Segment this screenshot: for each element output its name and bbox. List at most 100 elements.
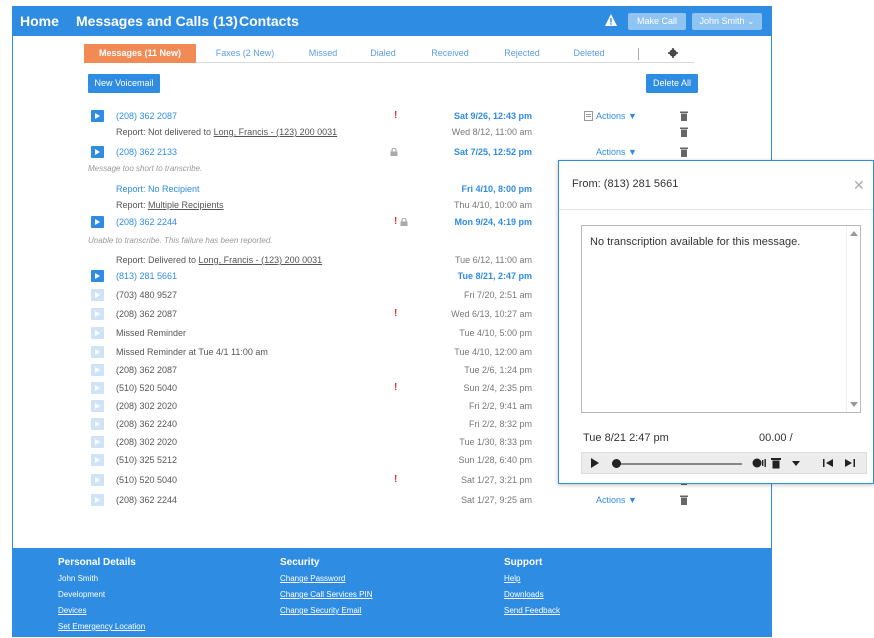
recipient-link[interactable]: Long, Francis - (123) 200 0031: [199, 255, 323, 265]
play-icon[interactable]: [590, 457, 600, 469]
warning-icon[interactable]: [604, 13, 618, 27]
sender-text: (208) 302 2020: [116, 401, 178, 411]
play-icon[interactable]: [91, 327, 104, 339]
tab-faxes[interactable]: Faxes (2 New): [206, 44, 284, 63]
play-icon[interactable]: [91, 289, 104, 301]
message-date: Sun 1/28, 6:40 pm: [458, 455, 532, 465]
sender-text: (703) 480 9527: [116, 290, 178, 300]
message-date: Tue 4/10, 12:00 am: [454, 347, 532, 357]
help-link[interactable]: Help: [504, 574, 560, 590]
play-icon[interactable]: [91, 364, 104, 376]
change-email-link[interactable]: Change Security Email: [280, 606, 372, 622]
sender-text: (510) 520 5040: [116, 475, 178, 485]
play-icon[interactable]: [91, 436, 104, 448]
play-icon[interactable]: [91, 146, 104, 158]
tab-received[interactable]: Received: [422, 44, 478, 63]
footer-devices-link[interactable]: Devices: [58, 606, 145, 622]
nav-messages[interactable]: Messages and Calls (13): [76, 6, 238, 36]
message-row[interactable]: (208) 362 2244 Sat 1/27, 9:25 am Actions ▼: [88, 492, 698, 508]
trash-icon[interactable]: [680, 495, 688, 505]
skip-back-icon[interactable]: [822, 457, 834, 469]
scroll-up-icon[interactable]: [850, 231, 858, 236]
actions-menu[interactable]: Actions ▼: [596, 492, 637, 508]
message-date: Fri 2/2, 8:32 pm: [468, 419, 532, 429]
trash-icon[interactable]: [680, 127, 688, 137]
transcript-box[interactable]: No transcription available for this mess…: [581, 225, 861, 413]
recipient-link[interactable]: Multiple Recipients: [148, 200, 224, 210]
recipient-link[interactable]: Long, Francis - (123) 200 0031: [214, 127, 338, 137]
play-icon[interactable]: [91, 110, 104, 122]
footer-emergency-link[interactable]: Set Emergency Location: [58, 622, 145, 638]
new-voicemail-button[interactable]: New Voicemail: [88, 74, 160, 93]
tab-deleted[interactable]: Deleted: [562, 44, 616, 63]
nav-contacts[interactable]: Contacts: [239, 6, 299, 36]
gear-icon[interactable]: [668, 48, 678, 58]
play-icon[interactable]: [91, 308, 104, 320]
trash-icon[interactable]: [680, 111, 688, 121]
change-password-link[interactable]: Change Password: [280, 574, 372, 590]
tab-dialed[interactable]: Dialed: [358, 44, 408, 63]
scrollbar[interactable]: [846, 226, 860, 412]
message-sender: (208) 362 2240: [116, 416, 177, 432]
play-icon[interactable]: [91, 400, 104, 412]
sender-text: (813) 281 5661: [116, 271, 178, 281]
change-pin-link[interactable]: Change Call Services PIN: [280, 590, 372, 606]
volume-icon[interactable]: [752, 457, 766, 469]
sender-text: (510) 325 5212: [116, 455, 178, 465]
send-feedback-link[interactable]: Send Feedback: [504, 606, 560, 622]
message-sender: (510) 325 5212: [116, 452, 177, 468]
delete-all-button[interactable]: Delete All: [646, 74, 698, 93]
play-icon[interactable]: [91, 494, 104, 506]
play-icon[interactable]: [91, 418, 104, 430]
message-date: Wed 8/12, 11:00 am: [451, 127, 532, 137]
tab-messages[interactable]: Messages (11 New): [84, 44, 196, 63]
message-sender[interactable]: (208) 362 2133: [116, 144, 177, 160]
make-call-button[interactable]: Make Call: [628, 13, 686, 30]
footer-heading: Support: [504, 557, 543, 568]
sender-text: (208) 362 2244: [116, 495, 178, 505]
message-sender: (510) 520 5040: [116, 380, 177, 396]
play-icon[interactable]: [91, 474, 104, 486]
nav-home[interactable]: Home: [20, 6, 59, 36]
message-row[interactable]: Report: Not delivered to Long, Francis -…: [88, 124, 698, 140]
message-sender: Missed Reminder at Tue 4/1 11:00 am: [116, 344, 268, 360]
sender-text: (208) 362 2087: [116, 309, 178, 319]
play-icon[interactable]: [91, 270, 104, 282]
sender-text: (208) 362 2087: [116, 111, 178, 121]
sender-text: Report:: [116, 200, 149, 210]
transcript-text: No transcription available for this mess…: [590, 236, 801, 248]
message-sender[interactable]: (813) 281 5661: [116, 268, 177, 284]
message-sender: Report: Delivered to Long, Francis - (12…: [116, 252, 322, 268]
tab-rejected[interactable]: Rejected: [494, 44, 550, 63]
message-sender[interactable]: (208) 362 2087: [116, 108, 177, 124]
message-date: Sat 1/27, 3:21 pm: [460, 475, 532, 485]
sender-text: (510) 520 5040: [116, 383, 178, 393]
message-sender: (208) 362 2244: [116, 492, 177, 508]
play-icon[interactable]: [91, 454, 104, 466]
actions-menu[interactable]: Actions ▼: [596, 108, 637, 124]
message-sender[interactable]: (208) 362 2244: [116, 214, 177, 230]
user-menu-button[interactable]: John Smith ⌄: [692, 13, 762, 30]
play-icon[interactable]: [91, 382, 104, 394]
close-icon[interactable]: ✕: [853, 177, 865, 194]
progress-knob[interactable]: [612, 459, 621, 468]
skip-forward-icon[interactable]: [844, 457, 856, 469]
play-icon[interactable]: [91, 346, 104, 358]
actions-menu[interactable]: Actions ▼: [596, 144, 637, 160]
message-sender[interactable]: Report: No Recipient: [116, 181, 200, 197]
progress-track[interactable]: [612, 463, 742, 465]
tab-missed[interactable]: Missed: [294, 44, 352, 63]
audio-player: [581, 452, 867, 474]
scroll-down-icon[interactable]: [850, 402, 858, 407]
message-row[interactable]: (208) 362 2133 Sat 7/25, 12:52 pm Actions …: [88, 144, 698, 160]
message-sender: (208) 362 2087: [116, 306, 177, 322]
trash-icon[interactable]: [680, 147, 688, 157]
chevron-down-icon[interactable]: [792, 457, 800, 469]
footer-support: Support Help Downloads Send Feedback: [504, 557, 560, 622]
play-icon[interactable]: [91, 216, 104, 228]
message-row[interactable]: (208) 362 2087! Sat 9/26, 12:43 pm Actions…: [88, 108, 698, 124]
downloads-link[interactable]: Downloads: [504, 590, 560, 606]
trash-icon[interactable]: [771, 457, 781, 469]
message-date: Tue 8/21, 2:47 pm: [457, 271, 532, 281]
message-date: Mon 9/24, 4:19 pm: [454, 217, 532, 227]
